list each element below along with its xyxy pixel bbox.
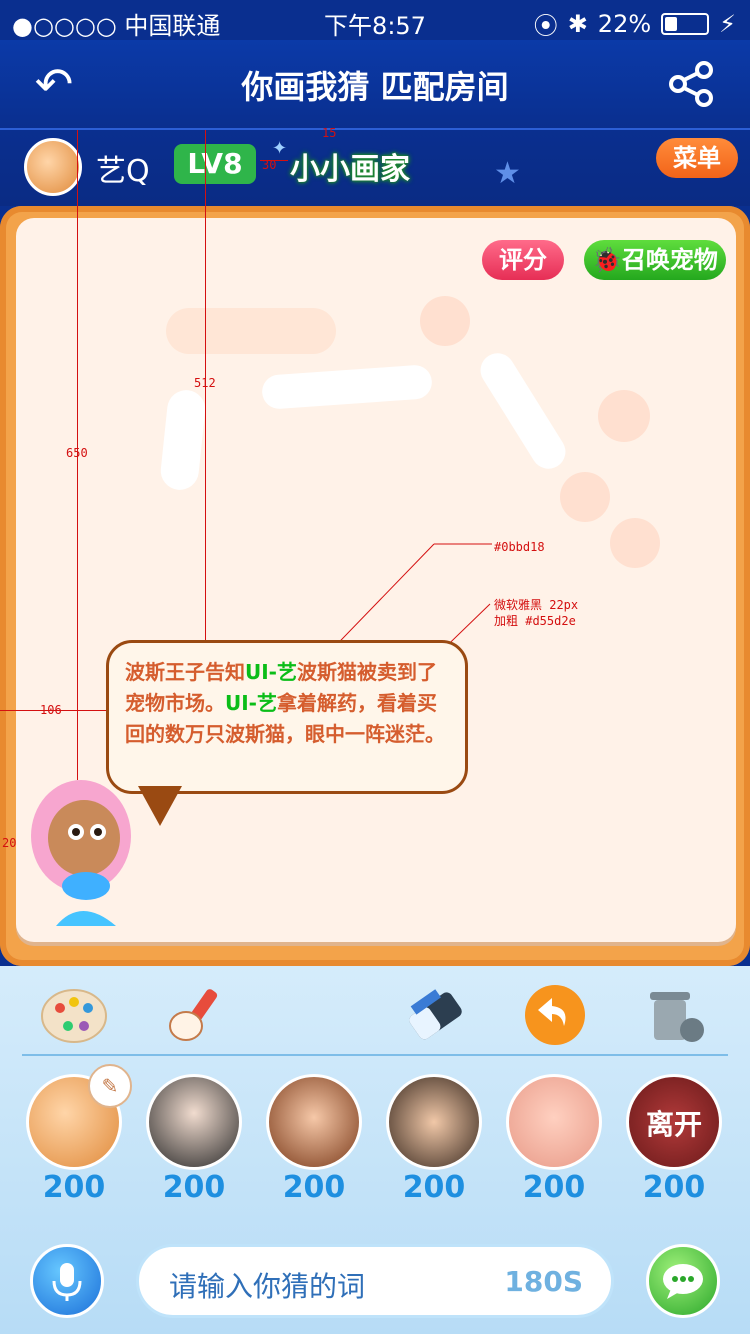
status-bar: ●○○○○ 中国联通 下午8:57 ⦿ ✱ 22% ⚡ [0, 0, 750, 41]
mic-button[interactable] [30, 1244, 104, 1318]
player-score: 200 [402, 1170, 466, 1205]
bluetooth-icon: ✱ [567, 9, 588, 38]
user-name: 艺Q [96, 154, 150, 189]
summon-pet-label: 召唤宠物 [621, 246, 718, 274]
sketch-dot [598, 390, 650, 442]
story-highlight: UI-艺 [225, 691, 277, 715]
drawing-brush-icon: ✎ [88, 1064, 132, 1108]
sketch-dot [420, 296, 470, 346]
sketch-stroke [474, 346, 572, 476]
rank-title: 小小画家 [290, 152, 410, 187]
sketch-stroke [166, 308, 336, 354]
sketch-dot [560, 472, 610, 522]
status-right: ⦿ ✱ 22% ⚡ [534, 6, 736, 41]
player-score: 200 [642, 1170, 706, 1205]
user-bar: 艺Q LV8 小小画家 ★ ✦ 菜单 [0, 130, 750, 206]
undo-icon[interactable] [520, 980, 590, 1050]
sketch-stroke [158, 388, 208, 492]
battery-percent: 22% [597, 9, 652, 38]
lock-rotation-icon: ⦿ [533, 12, 558, 40]
sketch-dot [610, 518, 660, 568]
score-button[interactable]: 评分 [482, 240, 564, 280]
star-icon: ★ [494, 156, 521, 191]
page-title: 你画我猜 匹配房间 [241, 68, 509, 106]
palette-icon[interactable] [38, 980, 108, 1050]
story-highlight: UI-艺 [245, 660, 297, 684]
story-text: 波斯王子告知 [125, 660, 245, 684]
player-score: 200 [282, 1170, 346, 1205]
bug-icon: 🐞 [592, 246, 622, 274]
sparkle-icon: ✦ [272, 138, 288, 159]
measure-label: 15 [322, 126, 337, 140]
player-score: 200 [522, 1170, 586, 1205]
player-avatar[interactable] [266, 1074, 362, 1170]
player-score: 200 [162, 1170, 226, 1205]
guess-placeholder: 请输入你猜的词 [169, 1270, 366, 1303]
font-note: 微软雅黑 22px [494, 598, 579, 612]
player-score: 200 [42, 1170, 106, 1205]
brush-icon[interactable] [160, 980, 230, 1050]
player-avatar[interactable] [506, 1074, 602, 1170]
share-icon[interactable] [666, 58, 718, 110]
leave-button[interactable]: 离开 [626, 1074, 722, 1170]
measure-label: 20 [2, 836, 17, 850]
divider [22, 1054, 728, 1056]
chat-button[interactable] [646, 1244, 720, 1318]
story-bubble: 波斯王子告知UI-艺波斯猫被卖到了宠物市场。UI-艺拿着解药，看着买回的数万只波… [106, 640, 468, 794]
font-note: 加粗 #d55d2e [494, 614, 576, 628]
tools-area: ✎ 离开 200 200 200 200 200 200 请输入你猜的词 180… [0, 966, 750, 1334]
nav-bar: ↶ 你画我猜 匹配房间 [0, 40, 750, 130]
chat-bubble-icon [663, 1264, 703, 1299]
sketch-stroke [261, 364, 433, 410]
microphone-icon [52, 1263, 82, 1301]
countdown-timer: 180S [504, 1265, 583, 1298]
mermaid-mascot-icon [31, 780, 131, 926]
color-note: #0bbd18 [494, 540, 545, 554]
measure-label: 512 [194, 376, 216, 390]
battery-icon [661, 12, 710, 35]
measure-label: 106 [40, 703, 62, 717]
guess-input[interactable]: 请输入你猜的词 180S [136, 1244, 614, 1318]
charging-icon: ⚡ [719, 9, 736, 38]
user-avatar[interactable] [24, 138, 82, 196]
player-avatar[interactable] [386, 1074, 482, 1170]
level-badge: LV8 [174, 144, 256, 184]
bubble-tail [138, 786, 182, 826]
measure-label: 650 [66, 446, 88, 460]
player-avatar[interactable] [146, 1074, 242, 1170]
measure-label: 30 [262, 158, 277, 172]
menu-button[interactable]: 菜单 [656, 138, 738, 178]
trash-icon[interactable] [638, 980, 708, 1050]
summon-pet-button[interactable]: 🐞召唤宠物 [584, 240, 726, 280]
eraser-icon[interactable] [400, 980, 470, 1050]
